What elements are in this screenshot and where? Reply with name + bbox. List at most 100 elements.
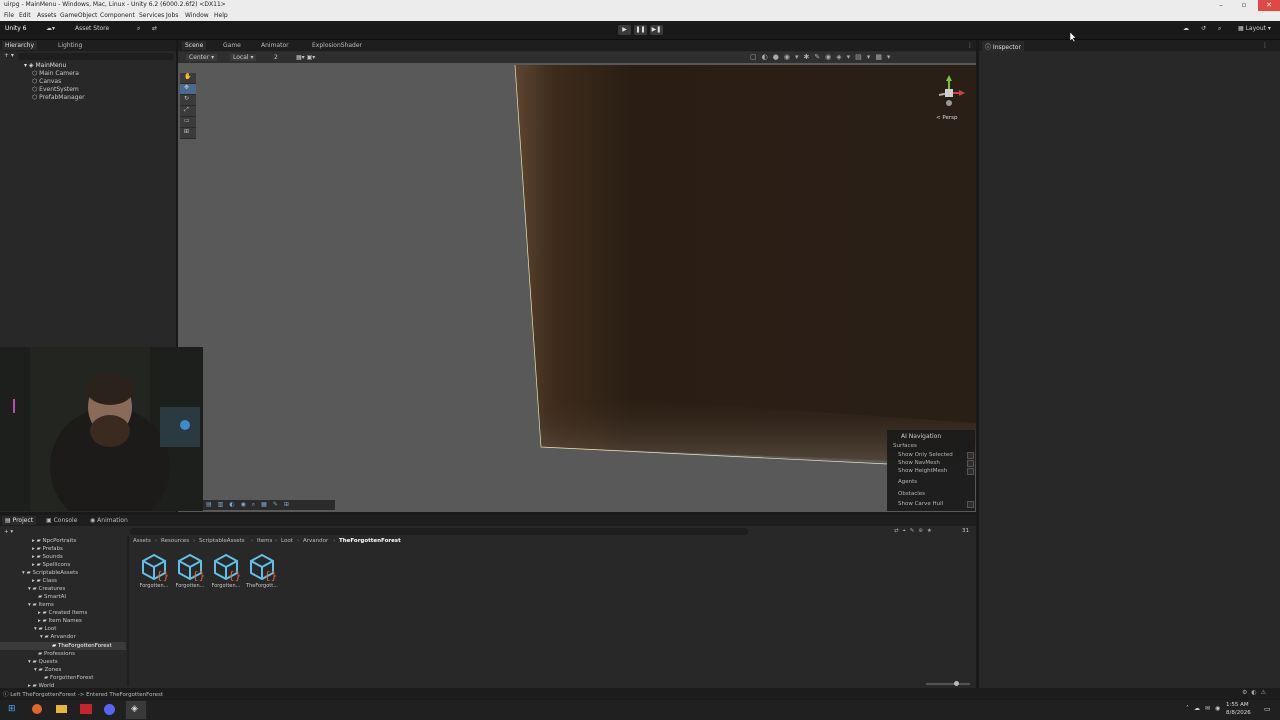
asset-store-button[interactable]: Asset Store <box>75 25 109 32</box>
overlay-icons[interactable]: ▤▥◐◉⌕▦✎⊞ <box>206 501 295 509</box>
menu-window[interactable]: Window <box>185 12 209 19</box>
menu-jobs[interactable]: Jobs <box>166 12 178 19</box>
tab-animation[interactable]: ◉ Animation <box>87 516 131 525</box>
ai-nav-agents[interactable]: Agents <box>898 479 917 485</box>
tab-console[interactable]: ▣ Console <box>43 516 80 525</box>
project-tree-zones[interactable]: ▾ ▰ Zones <box>34 667 61 673</box>
rotate-tool[interactable]: ↻ <box>180 95 196 106</box>
scale-tool[interactable]: ⤢ <box>180 106 196 117</box>
status-icons[interactable]: ⚙◐⚠ <box>1242 689 1270 696</box>
perspective-label[interactable]: < Persp <box>936 115 957 121</box>
pivot-dropdown[interactable]: Center ▾ <box>186 54 218 61</box>
show-carve-hull-checkbox[interactable] <box>967 501 974 508</box>
show-navmesh-checkbox[interactable] <box>967 460 974 467</box>
project-tree-spellicons[interactable]: ▸ ▰ Spellicons <box>32 562 70 568</box>
taskbar-date[interactable]: 8/8/2026 <box>1226 710 1251 716</box>
breadcrumb-items[interactable]: Items <box>257 538 272 544</box>
hierarchy-item-canvas[interactable]: ⬡ Canvas <box>32 78 61 85</box>
search-icon[interactable]: ⌕ <box>1218 25 1221 33</box>
ai-nav-surfaces[interactable]: Surfaces <box>893 443 917 449</box>
hierarchy-item-main-camera[interactable]: ⬡ Main Camera <box>32 70 79 77</box>
maximize-button[interactable]: ▫ <box>1235 0 1253 11</box>
start-button[interactable]: ⊞ <box>8 704 16 714</box>
discord-icon[interactable] <box>104 704 115 715</box>
file-explorer-icon[interactable] <box>56 705 67 713</box>
asset-item[interactable]: {} Forgotten... <box>174 553 206 589</box>
menu-file[interactable]: File <box>4 12 14 19</box>
move-tool[interactable]: ✥ <box>180 84 196 95</box>
project-tree-forgottenforest[interactable]: ▰ ForgottenForest <box>44 675 93 681</box>
project-tree-prefabs[interactable]: ▸ ▰ Prefabs <box>32 546 63 552</box>
show-heightmesh-checkbox[interactable] <box>967 468 974 475</box>
breadcrumb-assets[interactable]: Assets <box>133 538 151 544</box>
status-message[interactable]: ⓘ Left TheForgottenForest -> Entered The… <box>3 690 163 698</box>
hierarchy-item-prefabmanager[interactable]: ⬡ PrefabManager <box>32 94 85 101</box>
asset-item[interactable]: {} Forgotten... <box>210 553 242 589</box>
layout-dropdown[interactable]: ▦ Layout ▾ <box>1238 25 1271 32</box>
project-tree-created-items[interactable]: ▸ ▰ Created Items <box>38 610 87 616</box>
tab-scene[interactable]: Scene <box>182 41 207 50</box>
project-filter-icons[interactable]: ⇄⌖✎⊛★ <box>894 528 936 535</box>
project-tree-arvandor[interactable]: ▾ ▰ Arvandor <box>40 634 76 640</box>
tab-animator[interactable]: Animator <box>258 41 292 50</box>
history-icon[interactable]: ↺ <box>1201 25 1206 32</box>
breadcrumb-scriptableassets[interactable]: ScriptableAssets <box>199 538 245 544</box>
hierarchy-search-input[interactable] <box>18 53 174 60</box>
scene-viewport[interactable]: < Persp <box>178 63 976 512</box>
tab-game[interactable]: Game <box>220 41 244 50</box>
transform-tool[interactable]: ⊞ <box>180 128 196 139</box>
project-tree-smartai[interactable]: ▰ SmartAI <box>38 594 66 600</box>
project-tree-loot[interactable]: ▾ ▰ Loot <box>34 626 56 632</box>
add-object-button[interactable]: + ▾ <box>4 52 14 59</box>
show-only-selected-checkbox[interactable] <box>967 452 974 459</box>
project-search-input[interactable] <box>130 528 748 535</box>
asset-item[interactable]: {} Forgotten... <box>138 553 170 589</box>
asset-item[interactable]: {} TheForgott... <box>246 553 278 589</box>
grid-size[interactable]: 2 <box>274 54 278 61</box>
notifications-icon[interactable]: ▭ <box>1264 705 1271 713</box>
pause-button[interactable]: ❚❚ <box>634 25 647 35</box>
hierarchy-item-eventsystem[interactable]: ⬡ EventSystem <box>32 86 79 93</box>
tab-project[interactable]: ▤ Project <box>2 516 37 525</box>
step-button[interactable]: ▶❚ <box>650 25 663 35</box>
project-tree-scriptableassets[interactable]: ▾ ▰ ScriptableAssets <box>22 570 78 576</box>
play-button[interactable]: ▶ <box>618 25 631 35</box>
menu-assets[interactable]: Assets <box>37 12 57 19</box>
tab-lighting[interactable]: Lighting <box>55 41 85 50</box>
overlay-toolbar[interactable]: ▤▥◐◉⌕▦✎⊞ <box>203 500 335 510</box>
rect-tool[interactable]: ▭ <box>180 117 196 128</box>
grid-icon[interactable]: ▦▾ ▣▾ <box>296 54 315 61</box>
scene-view-options[interactable]: ▢◐●◉▾✱✎◉◈▾▤▾▦▾ <box>750 53 895 61</box>
taskbar-time[interactable]: 1:55 AM <box>1226 702 1249 708</box>
version-control-icon[interactable]: ⇄ <box>152 25 157 32</box>
icon-size-slider[interactable] <box>926 683 970 685</box>
project-tree-sounds[interactable]: ▸ ▰ Sounds <box>32 554 63 560</box>
breadcrumb-resources[interactable]: Resources <box>161 538 189 544</box>
space-dropdown[interactable]: Local ▾ <box>230 54 257 61</box>
orientation-gizmo[interactable] <box>931 73 971 117</box>
menu-services[interactable]: Services <box>139 12 164 19</box>
project-tree-npcportraits[interactable]: ▸ ▰ NpcPortraits <box>32 538 76 544</box>
unity-taskbar-button[interactable]: ◈ <box>126 701 146 719</box>
media-app-icon[interactable] <box>80 704 92 714</box>
cloud-services-icon[interactable]: ☁ <box>1183 25 1189 32</box>
project-add-button[interactable]: + ▾ <box>4 529 13 535</box>
icon-size-slider-handle[interactable] <box>954 681 959 686</box>
project-tree-professions[interactable]: ▰ Professions <box>38 651 75 657</box>
menu-help[interactable]: Help <box>214 12 228 19</box>
project-tree-theforgottenforest[interactable]: ▰ TheForgottenForest <box>52 643 112 649</box>
system-tray-icons[interactable]: ˄☁✉◉ <box>1186 705 1225 712</box>
project-tree-class[interactable]: ▸ ▰ Class <box>32 578 57 584</box>
inspector-options-icon[interactable]: ⋮ <box>1259 41 1271 50</box>
breadcrumb-loot[interactable]: Loot <box>281 538 293 544</box>
firefox-icon[interactable] <box>32 704 42 714</box>
minimize-button[interactable]: – <box>1212 0 1230 11</box>
breadcrumb-theforgottenforest[interactable]: TheForgottenForest <box>339 538 401 544</box>
project-tree-creatures[interactable]: ▾ ▰ Creatures <box>28 586 65 592</box>
menu-gameobject[interactable]: GameObject <box>60 12 97 19</box>
view-tool[interactable]: ✋ <box>180 73 196 84</box>
breadcrumb-arvandor[interactable]: Arvandor <box>303 538 328 544</box>
project-tree-quests[interactable]: ▾ ▰ Quests <box>28 659 58 665</box>
ai-nav-obstacles[interactable]: Obstacles <box>898 491 925 497</box>
menu-component[interactable]: Component <box>100 12 135 19</box>
